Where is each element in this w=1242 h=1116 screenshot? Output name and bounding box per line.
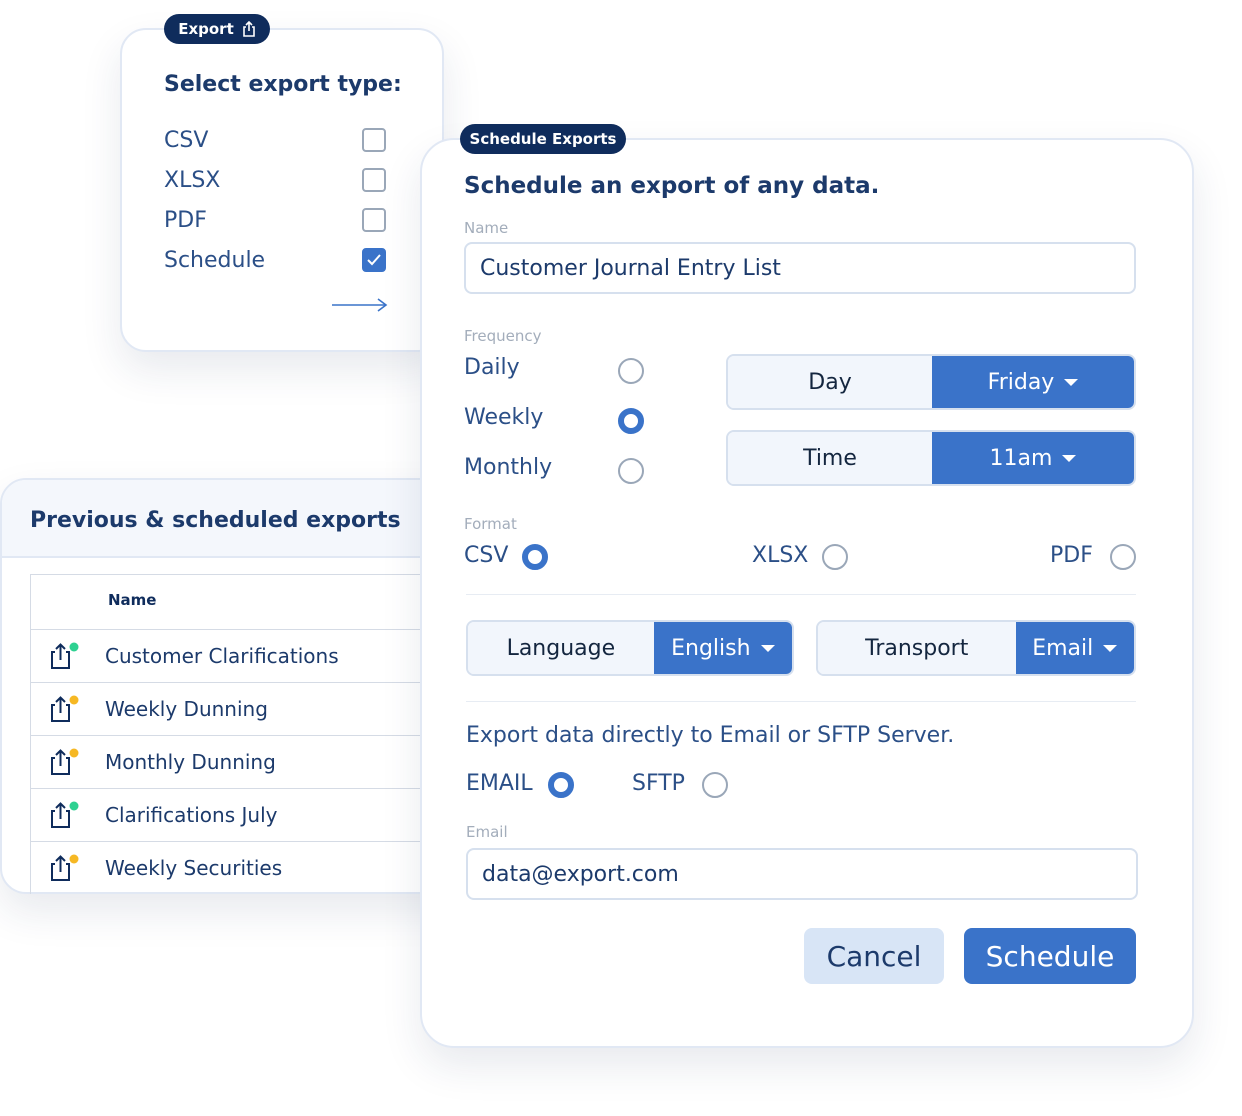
share-icon bbox=[242, 21, 255, 37]
language-value: English bbox=[671, 635, 751, 661]
export-name: Clarifications July bbox=[105, 803, 278, 827]
day-selector: Day Friday bbox=[726, 354, 1136, 410]
frequency-weekly-radio[interactable] bbox=[618, 408, 644, 434]
email-input[interactable]: data@export.com bbox=[466, 848, 1138, 900]
export-option-csv[interactable]: CSV bbox=[164, 124, 386, 156]
table-row[interactable]: Weekly Securities bbox=[31, 842, 471, 894]
name-label: Name bbox=[464, 219, 509, 237]
frequency-daily-label: Daily bbox=[464, 355, 520, 380]
export-status-icon bbox=[51, 695, 79, 722]
day-label: Day bbox=[728, 356, 932, 408]
export-pill-label: Export bbox=[178, 20, 234, 38]
table-header: Name bbox=[31, 574, 471, 630]
schedule-title: Schedule an export of any data. bbox=[464, 173, 880, 199]
time-dropdown[interactable]: 11am bbox=[931, 432, 1134, 484]
transport-selector: Transport Email bbox=[816, 620, 1136, 676]
day-dropdown[interactable]: Friday bbox=[931, 356, 1134, 408]
exports-table: Name Customer Clarifications Weekly Dunn… bbox=[30, 574, 471, 894]
export-name: Monthly Dunning bbox=[105, 750, 276, 774]
transport-sftp-radio[interactable] bbox=[702, 772, 728, 798]
email-label: Email bbox=[466, 823, 508, 841]
export-option-label: CSV bbox=[164, 127, 209, 153]
export-note: Export data directly to Email or SFTP Se… bbox=[466, 723, 955, 748]
time-label: Time bbox=[728, 432, 932, 484]
language-label: Language bbox=[468, 622, 654, 674]
export-option-label: Schedule bbox=[164, 247, 266, 273]
time-selector: Time 11am bbox=[726, 430, 1136, 486]
export-status-icon bbox=[51, 748, 79, 775]
export-name: Weekly Dunning bbox=[105, 697, 268, 721]
transport-email-label: EMAIL bbox=[466, 771, 533, 796]
time-value: 11am bbox=[989, 445, 1053, 471]
schedule-checkbox[interactable] bbox=[362, 248, 386, 272]
checkmark-icon bbox=[367, 254, 381, 266]
format-xlsx-label: XLSX bbox=[752, 543, 809, 568]
format-label: Format bbox=[464, 515, 517, 533]
export-name: Customer Clarifications bbox=[105, 644, 339, 668]
day-value: Friday bbox=[987, 369, 1055, 395]
divider bbox=[466, 594, 1136, 595]
column-name: Name bbox=[108, 591, 157, 609]
frequency-daily-radio[interactable] bbox=[618, 358, 644, 384]
chevron-down-icon bbox=[1064, 378, 1079, 386]
export-name: Weekly Securities bbox=[105, 856, 283, 880]
pdf-checkbox[interactable] bbox=[362, 208, 386, 232]
language-dropdown[interactable]: English bbox=[653, 622, 792, 674]
transport-value: Email bbox=[1032, 635, 1094, 661]
frequency-monthly-label: Monthly bbox=[464, 455, 553, 480]
export-pill: Export bbox=[164, 14, 270, 44]
frequency-monthly-radio[interactable] bbox=[618, 458, 644, 484]
export-type-title: Select export type: bbox=[164, 72, 402, 97]
cancel-button[interactable]: Cancel bbox=[804, 928, 944, 984]
export-option-label: PDF bbox=[164, 207, 207, 233]
schedule-button[interactable]: Schedule bbox=[964, 928, 1136, 984]
format-pdf-radio[interactable] bbox=[1110, 544, 1136, 570]
csv-checkbox[interactable] bbox=[362, 128, 386, 152]
xlsx-checkbox[interactable] bbox=[362, 168, 386, 192]
transport-email-radio[interactable] bbox=[548, 772, 574, 798]
chevron-down-icon bbox=[760, 644, 775, 652]
table-row[interactable]: Monthly Dunning bbox=[31, 736, 471, 789]
previous-exports-title: Previous & scheduled exports bbox=[30, 508, 401, 533]
frequency-label: Frequency bbox=[464, 327, 542, 345]
schedule-exports-pill: Schedule Exports bbox=[460, 124, 626, 154]
schedule-pill-label: Schedule Exports bbox=[469, 130, 617, 148]
export-option-schedule[interactable]: Schedule bbox=[164, 244, 386, 276]
table-row[interactable]: Customer Clarifications bbox=[31, 630, 471, 683]
transport-label: Transport bbox=[818, 622, 1016, 674]
table-row[interactable]: Clarifications July bbox=[31, 789, 471, 842]
export-option-label: XLSX bbox=[164, 167, 221, 193]
table-row[interactable]: Weekly Dunning bbox=[31, 683, 471, 736]
export-status-icon bbox=[51, 801, 79, 828]
transport-sftp-label: SFTP bbox=[632, 771, 685, 796]
divider bbox=[466, 701, 1136, 702]
arrow-right-icon[interactable] bbox=[332, 298, 388, 312]
transport-dropdown[interactable]: Email bbox=[1015, 622, 1134, 674]
export-option-xlsx[interactable]: XLSX bbox=[164, 164, 386, 196]
name-input[interactable]: Customer Journal Entry List bbox=[464, 242, 1136, 294]
frequency-weekly-label: Weekly bbox=[464, 405, 544, 430]
previous-exports-card: Previous & scheduled exports Name Custom… bbox=[0, 478, 471, 894]
format-pdf-label: PDF bbox=[1050, 543, 1093, 568]
export-type-card: Select export type: CSV XLSX PDF Schedul… bbox=[120, 28, 444, 352]
format-csv-label: CSV bbox=[464, 543, 509, 568]
language-selector: Language English bbox=[466, 620, 794, 676]
export-status-icon bbox=[51, 854, 79, 881]
format-csv-radio[interactable] bbox=[522, 544, 548, 570]
export-option-pdf[interactable]: PDF bbox=[164, 204, 386, 236]
chevron-down-icon bbox=[1103, 644, 1118, 652]
chevron-down-icon bbox=[1062, 454, 1077, 462]
export-status-icon bbox=[51, 642, 79, 669]
format-xlsx-radio[interactable] bbox=[822, 544, 848, 570]
